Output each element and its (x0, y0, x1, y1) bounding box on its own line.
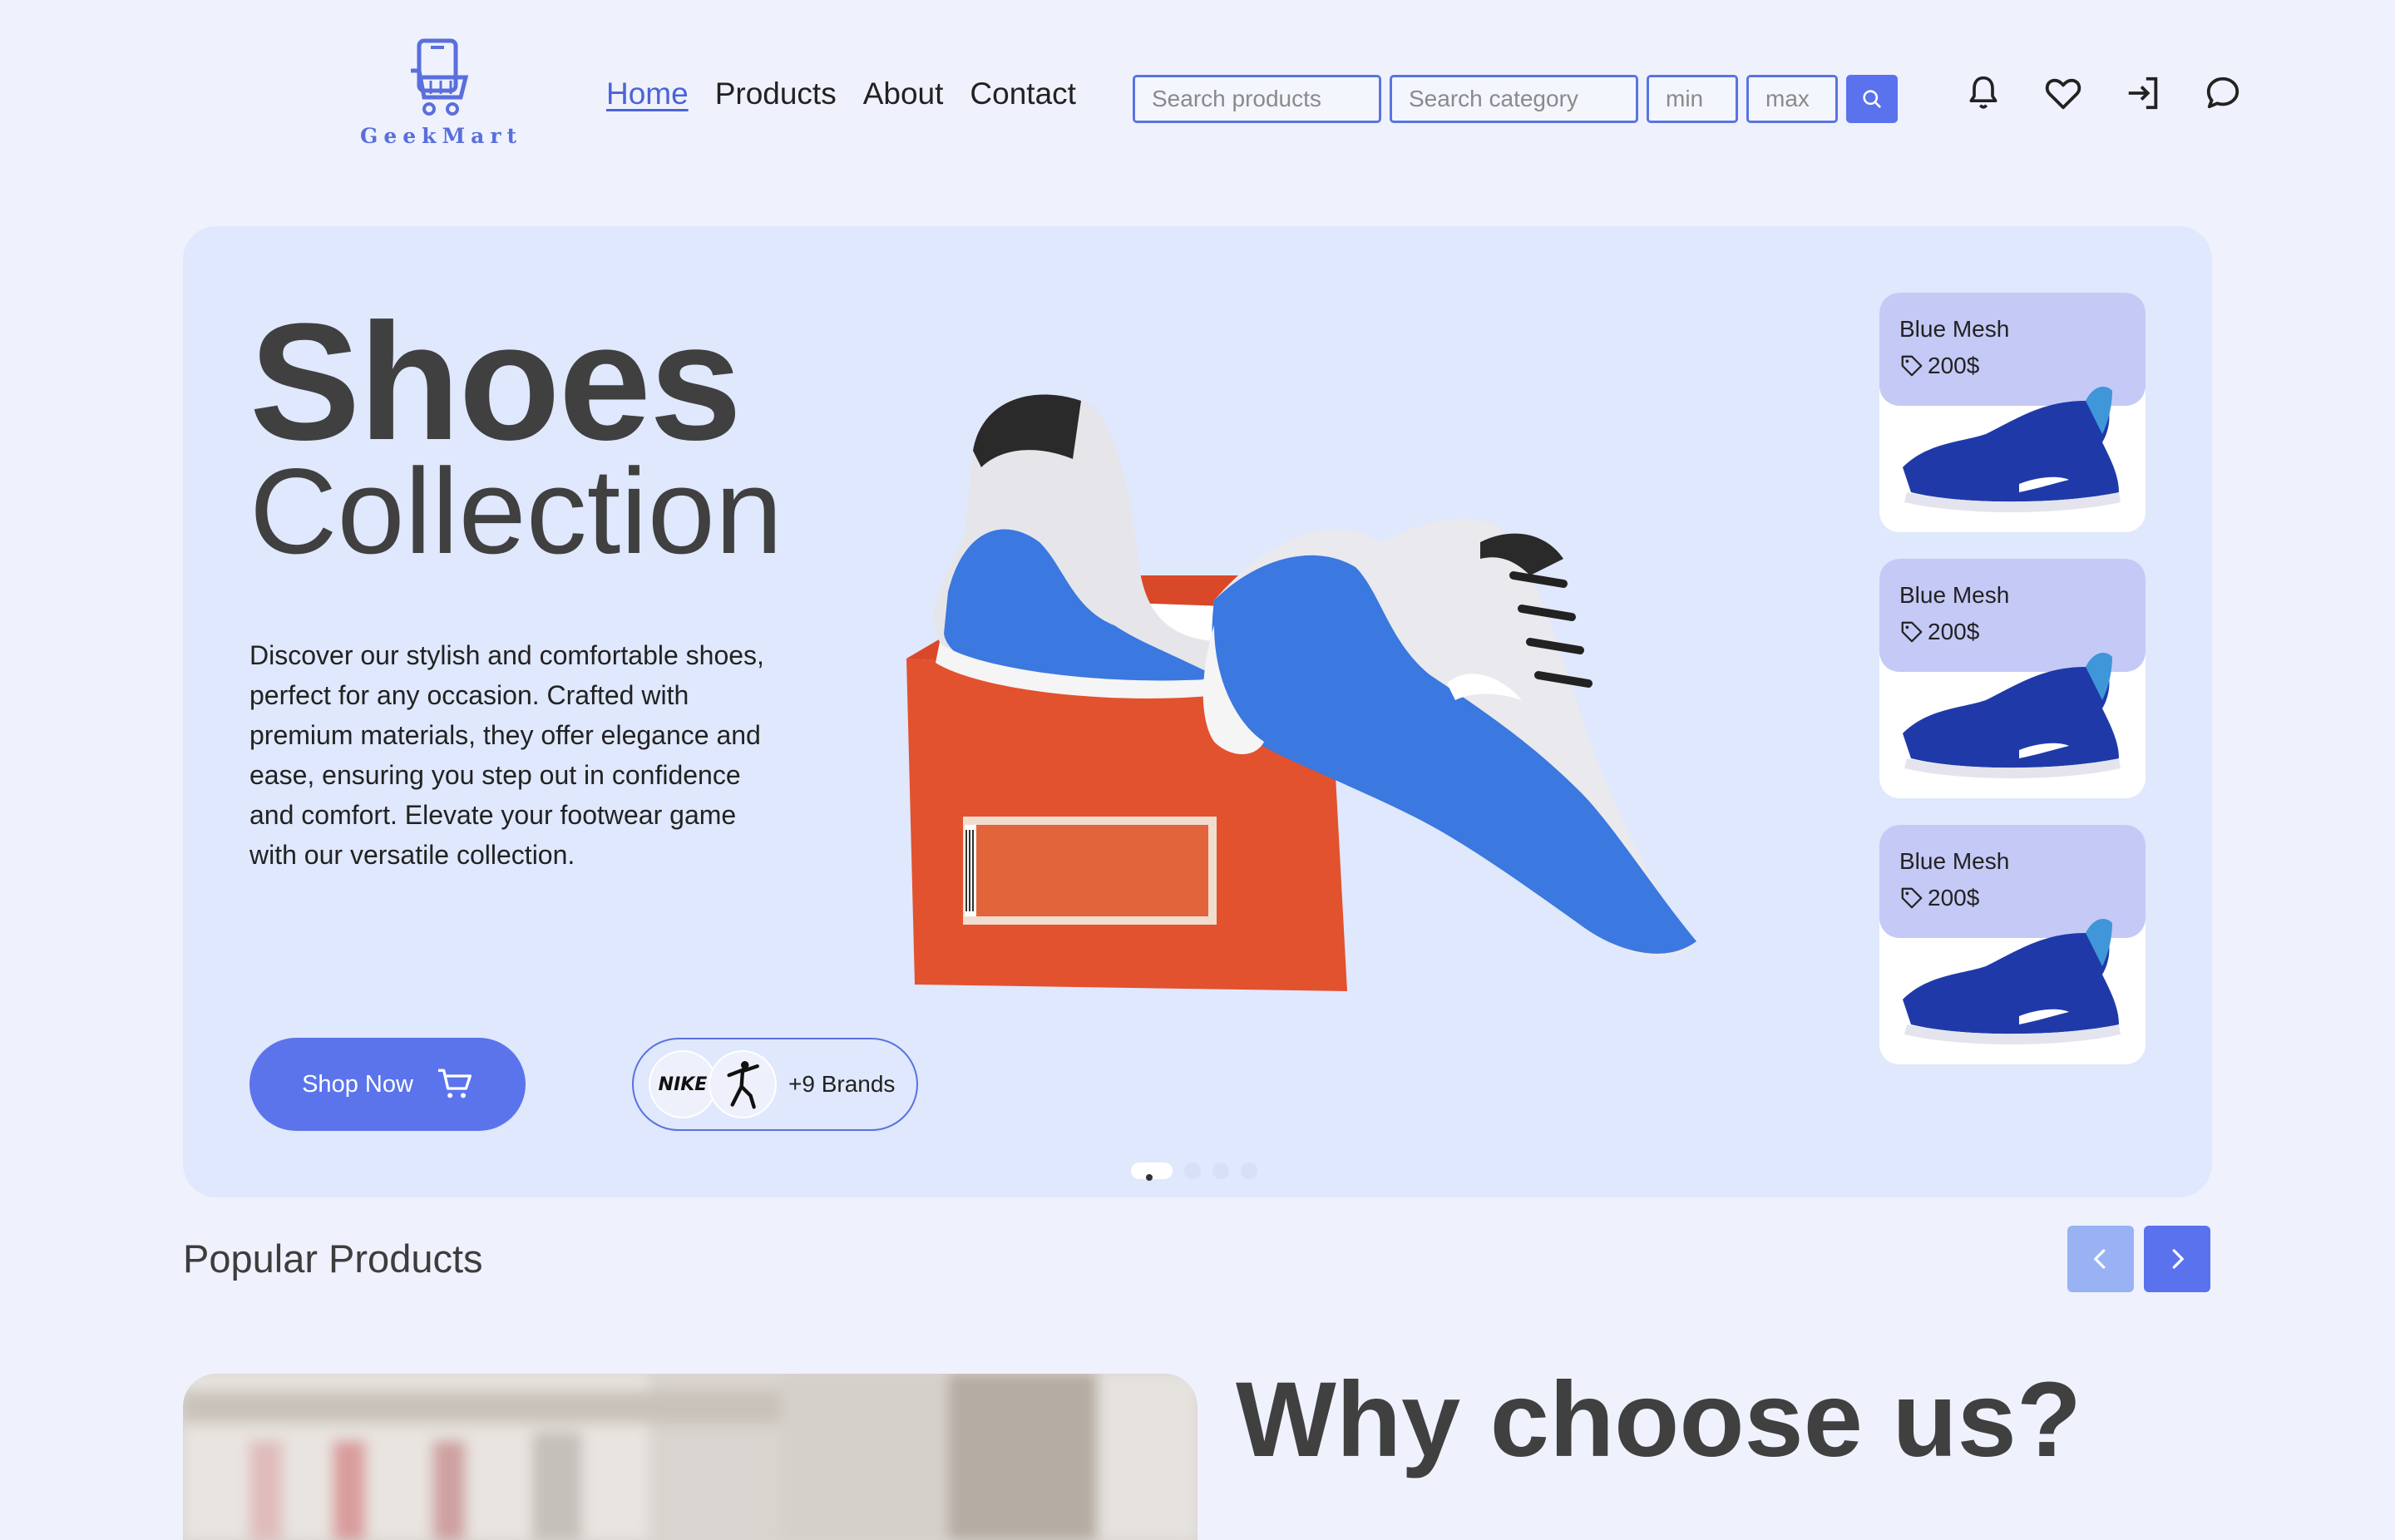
shop-now-button[interactable]: Shop Now (249, 1038, 526, 1131)
search-bar (1133, 75, 1898, 123)
product-name: Blue Mesh (1899, 316, 2010, 342)
featured-card[interactable]: Blue Mesh 200$ (1879, 559, 2146, 798)
nav-contact[interactable]: Contact (970, 77, 1076, 111)
shop-now-label: Shop Now (302, 1070, 413, 1098)
carousel-dots (1131, 1162, 1257, 1181)
logo-text: GeekMart (360, 124, 523, 148)
jordan-logo (709, 1050, 777, 1118)
hero-product-image (906, 394, 1696, 991)
chevron-right-icon (2172, 1249, 2184, 1269)
search-button[interactable] (1846, 75, 1898, 123)
chevron-left-icon (2094, 1249, 2106, 1269)
main-nav: Home Products About Contact (606, 77, 1076, 111)
cart-icon (437, 1069, 472, 1098)
hero-banner: Shoes Collection Discover our stylish an… (183, 226, 2212, 1197)
heart-icon[interactable] (2044, 72, 2082, 115)
featured-card[interactable]: Blue Mesh 200$ (1879, 825, 2146, 1064)
cart-phone-icon (411, 38, 469, 116)
nav-home[interactable]: Home (606, 77, 689, 111)
why-choose-us-title: Why choose us? (1236, 1360, 2081, 1479)
product-name: Blue Mesh (1899, 848, 2010, 874)
bell-icon[interactable] (1964, 72, 2002, 115)
search-category-input[interactable] (1390, 75, 1638, 123)
search-icon (1863, 90, 1881, 108)
chat-icon[interactable] (2204, 72, 2242, 115)
popular-products-title: Popular Products (183, 1236, 483, 1281)
nike-logo: NIKE (649, 1050, 717, 1118)
price-max-input[interactable] (1746, 75, 1838, 123)
logo[interactable]: GeekMart (360, 37, 518, 154)
hero-title: Shoes (249, 289, 742, 475)
carousel-dot-1[interactable] (1131, 1162, 1173, 1181)
product-image (1903, 919, 2121, 1044)
product-image (1903, 653, 2121, 778)
price-min-input[interactable] (1647, 75, 1738, 123)
nav-about[interactable]: About (863, 77, 944, 111)
carousel-prev-button[interactable] (2067, 1226, 2134, 1292)
nav-products[interactable]: Products (715, 77, 837, 111)
featured-products: Blue Mesh 200$ Blue Mesh 200$ Blue Mesh … (1879, 293, 2146, 1064)
carousel-dot-3[interactable] (1212, 1162, 1229, 1179)
product-name: Blue Mesh (1899, 582, 2010, 608)
carousel-dot-2[interactable] (1184, 1162, 1201, 1179)
product-image (1903, 387, 2121, 512)
promo-image (183, 1374, 1198, 1540)
hero-description: Discover our stylish and comfortable sho… (249, 640, 764, 870)
carousel-next-button[interactable] (2144, 1226, 2210, 1292)
carousel-dot-4[interactable] (1241, 1162, 1257, 1179)
search-products-input[interactable] (1133, 75, 1381, 123)
hero-subtitle: Collection (249, 443, 783, 579)
login-icon[interactable] (2124, 72, 2162, 115)
header-icons (1964, 72, 2242, 115)
featured-card[interactable]: Blue Mesh 200$ (1879, 293, 2146, 532)
